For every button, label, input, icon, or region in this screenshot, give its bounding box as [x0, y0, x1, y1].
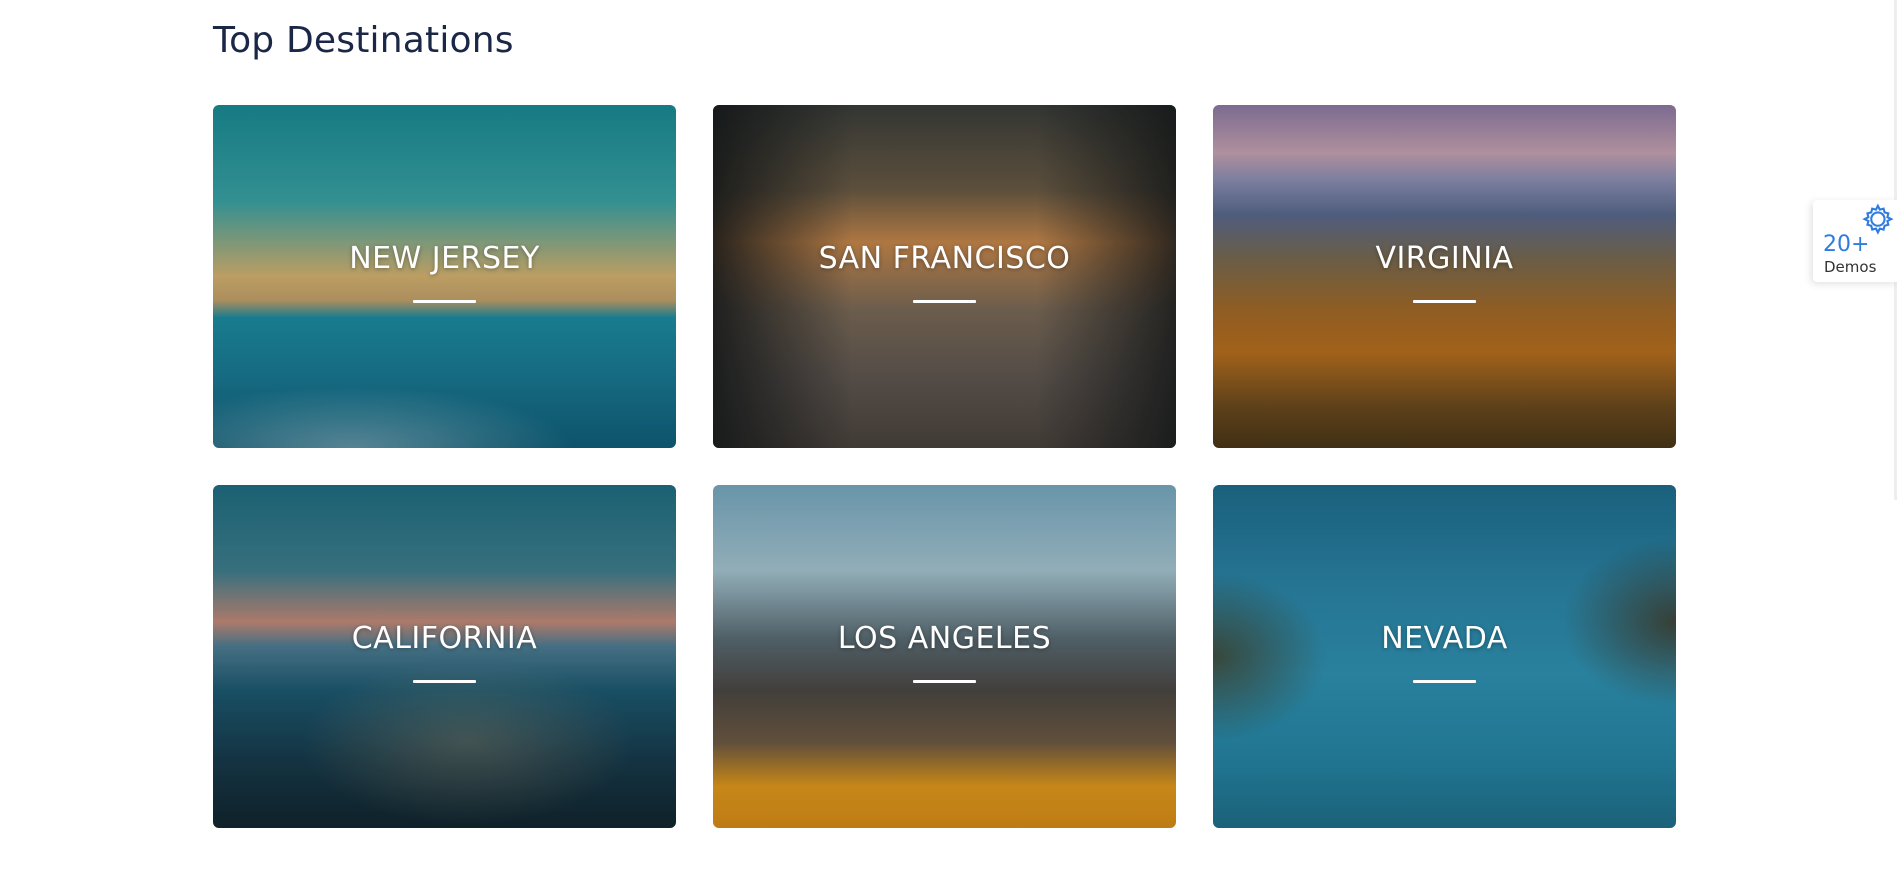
destination-card-new-jersey[interactable]: NEW JERSEY [213, 105, 676, 448]
destination-name: SAN FRANCISCO [818, 241, 1071, 276]
demos-count: 20+ [1823, 232, 1870, 257]
title-underline [413, 300, 476, 303]
destinations-grid: NEW JERSEY SAN FRANCISCO VIRGINIA CALIFO… [213, 105, 1677, 829]
title-underline [913, 300, 976, 303]
title-underline [1413, 680, 1476, 683]
title-underline [913, 680, 976, 683]
destination-name: NEW JERSEY [349, 241, 540, 276]
destination-card-nevada[interactable]: NEVADA [1213, 485, 1676, 828]
destination-card-san-francisco[interactable]: SAN FRANCISCO [713, 105, 1176, 448]
demos-label: Demos [1824, 258, 1877, 276]
demos-widget[interactable]: 20+ Demos [1813, 200, 1897, 282]
destination-card-los-angeles[interactable]: LOS ANGELES [713, 485, 1176, 828]
destination-name: NEVADA [1381, 621, 1508, 656]
section-title: Top Destinations [213, 20, 514, 61]
destination-name: VIRGINIA [1375, 241, 1514, 276]
title-underline [1413, 300, 1476, 303]
destination-card-virginia[interactable]: VIRGINIA [1213, 105, 1676, 448]
destination-name: CALIFORNIA [351, 621, 538, 656]
destination-card-california[interactable]: CALIFORNIA [213, 485, 676, 828]
destination-name: LOS ANGELES [837, 621, 1052, 656]
title-underline [413, 680, 476, 683]
